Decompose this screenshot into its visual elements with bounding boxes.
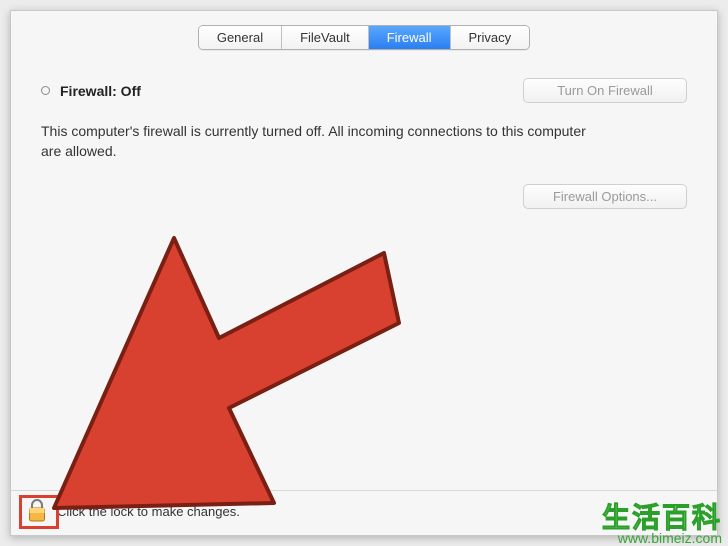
button-label: Firewall Options... — [553, 189, 657, 204]
tab-privacy[interactable]: Privacy — [451, 26, 530, 49]
tab-label: FileVault — [300, 30, 350, 45]
tab-label: Firewall — [387, 30, 432, 45]
lock-button[interactable] — [25, 497, 49, 525]
tab-firewall[interactable]: Firewall — [369, 26, 451, 49]
lock-hint-text: Click the lock to make changes. — [57, 504, 240, 519]
tab-general[interactable]: General — [199, 26, 282, 49]
firewall-pref-pane: General FileVault Firewall Privacy Firew… — [10, 10, 718, 536]
status-indicator-icon — [41, 86, 50, 95]
status-left: Firewall: Off — [41, 83, 141, 99]
tabs-bar: General FileVault Firewall Privacy — [11, 25, 717, 50]
lock-row: Click the lock to make changes. — [25, 497, 240, 525]
tab-label: General — [217, 30, 263, 45]
firewall-options-button[interactable]: Firewall Options... — [523, 184, 687, 209]
status-row: Firewall: Off Turn On Firewall — [41, 78, 687, 103]
tab-label: Privacy — [469, 30, 512, 45]
divider — [11, 490, 717, 491]
turn-on-firewall-button[interactable]: Turn On Firewall — [523, 78, 687, 103]
lock-icon — [27, 499, 47, 523]
options-row: Firewall Options... — [41, 184, 687, 209]
segmented-control: General FileVault Firewall Privacy — [198, 25, 530, 50]
tab-filevault[interactable]: FileVault — [282, 26, 369, 49]
content-area: Firewall: Off Turn On Firewall This comp… — [11, 50, 717, 209]
button-label: Turn On Firewall — [557, 83, 653, 98]
firewall-description: This computer's firewall is currently tu… — [41, 121, 601, 162]
firewall-status-label: Firewall: Off — [60, 83, 141, 99]
